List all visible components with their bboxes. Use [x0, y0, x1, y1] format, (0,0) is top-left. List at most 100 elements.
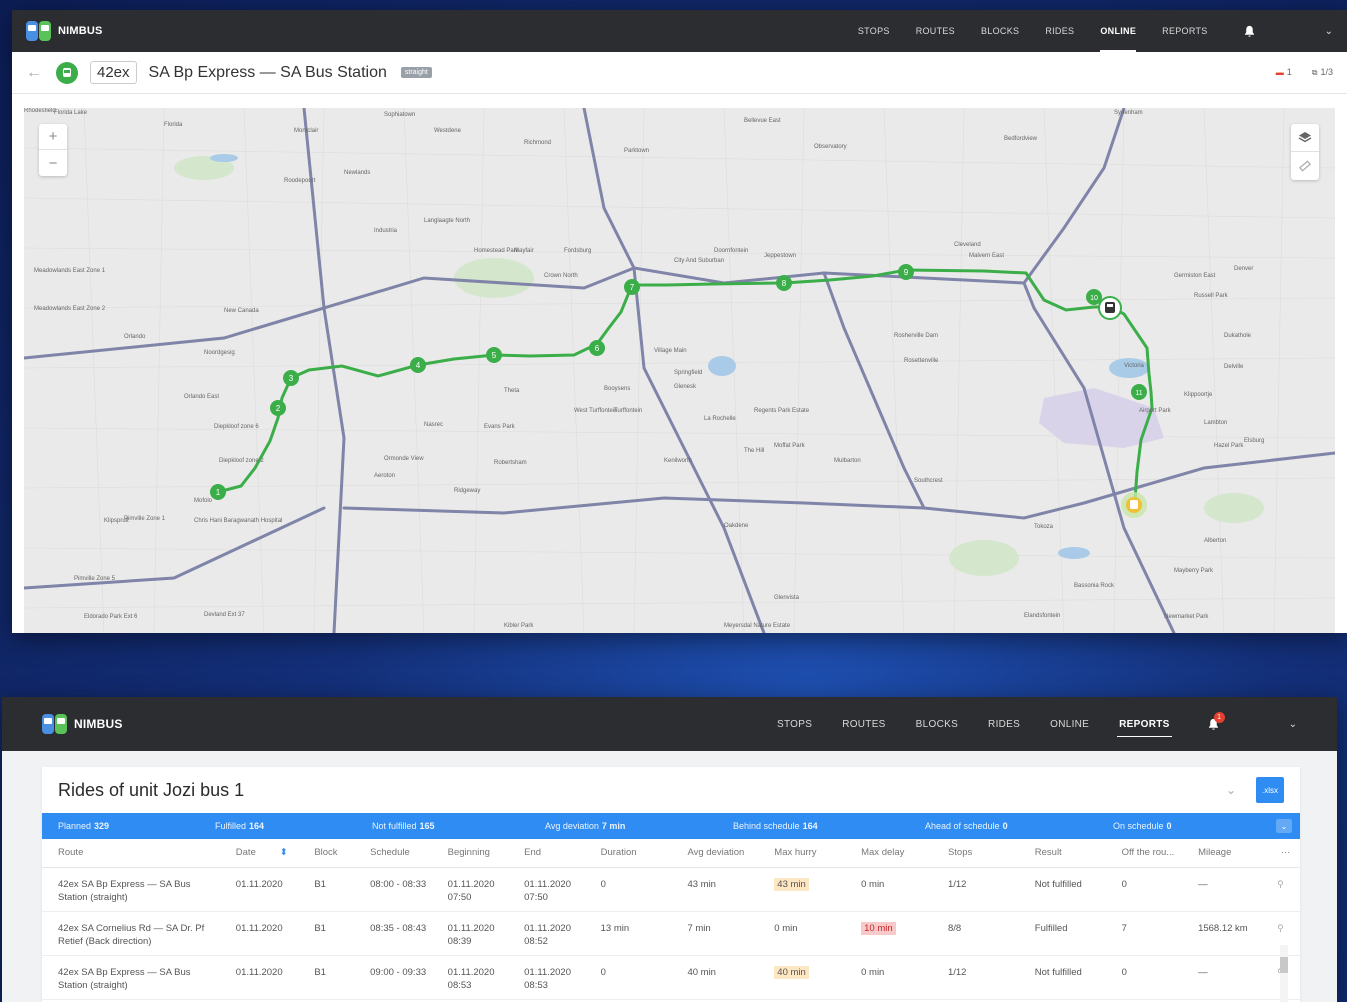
map-label: Dukathole	[1224, 333, 1252, 339]
nav-stops[interactable]: STOPS	[762, 697, 827, 751]
nav-blocks[interactable]: BLOCKS	[901, 697, 973, 751]
column-header[interactable]: ···	[1264, 839, 1300, 868]
column-header[interactable]: End	[508, 839, 585, 868]
cell-result: Fulfilled	[1018, 911, 1106, 956]
stop-marker-1[interactable]: 1	[210, 484, 226, 500]
summary-bar: Planned 329 Fulfilled 164 Not fulfilled 165 Av…	[42, 813, 1300, 839]
map-label: Russell Park	[1194, 293, 1228, 299]
column-header[interactable]: Mileage	[1182, 839, 1265, 868]
nav-stops[interactable]: STOPS	[845, 10, 903, 52]
stop-marker-7[interactable]: 7	[624, 279, 640, 295]
cell-schedule: 09:00 - 09:33	[354, 955, 432, 1000]
column-header[interactable]: Max delay	[845, 839, 932, 868]
route-code: 42ex	[90, 61, 137, 84]
map-label: Orlando East	[184, 394, 220, 400]
map-label: Lambton	[1204, 420, 1228, 426]
map-label: Mulbarton	[834, 458, 861, 464]
svg-text:2: 2	[276, 404, 281, 413]
track-pin-icon[interactable]: ⚲	[1264, 867, 1300, 912]
online-map-window: NIMBUS STOPS ROUTES BLOCKS RIDES ONLINE REPOR…	[12, 10, 1347, 633]
map-label: Rosettenville	[904, 358, 939, 364]
column-header[interactable]: Date	[219, 839, 280, 868]
stop-marker-11[interactable]: 11	[1131, 384, 1147, 400]
sort-icon[interactable]: ⬍	[279, 839, 299, 868]
cell-max-delay: 0 min	[845, 867, 932, 912]
alert-stat[interactable]: ▬ 1	[1276, 67, 1292, 78]
stop-marker-6[interactable]: 6	[589, 340, 605, 356]
back-arrow-icon[interactable]: ←	[26, 64, 42, 82]
cell-duration: 0	[584, 867, 672, 912]
route-map[interactable]: 1 2 3 4 5 6 7 8 9 10 11 Florida Lake Flo…	[24, 108, 1335, 633]
stop-marker-9[interactable]: 9	[898, 264, 914, 280]
nav-routes[interactable]: ROUTES	[827, 697, 900, 751]
terminal-marker[interactable]	[1121, 492, 1147, 518]
map-label: Alberton	[1204, 538, 1227, 544]
column-header[interactable]: Result	[1018, 839, 1106, 868]
map-label: Kenilworth	[664, 458, 693, 464]
zoom-in-button[interactable]: +	[39, 124, 67, 150]
table-row[interactable]: 42ex SA Bp Express — SA Bus Station (str…	[42, 955, 1300, 1000]
bus-stat[interactable]: ⧉ 1/3	[1312, 67, 1333, 78]
map-label: Regents Park Estate	[754, 408, 810, 414]
stop-marker-2[interactable]: 2	[270, 400, 286, 416]
nimbus-logo-icon	[42, 712, 68, 736]
cell-result: Not fulfilled	[1018, 955, 1106, 1000]
cell-value: 0 min	[861, 878, 885, 890]
table-row[interactable]: 42ex SA Bp Express — SA Bus Station (str…	[42, 867, 1300, 912]
app-logo[interactable]: NIMBUS	[26, 19, 103, 43]
cell-value: Not fulfilled	[1034, 878, 1082, 890]
cell-value: 08:00 - 08:33	[370, 878, 427, 890]
map-label: Bellevue East	[744, 118, 781, 124]
live-bus-marker[interactable]	[1098, 296, 1122, 320]
column-header[interactable]: Off the rou...	[1105, 839, 1183, 868]
column-header[interactable]: Stops	[931, 839, 1019, 868]
cell-value: —	[1198, 966, 1208, 978]
nav-reports[interactable]: REPORTS	[1149, 10, 1220, 52]
map-label: Orlando	[124, 334, 146, 340]
map-label: Elandsfontein	[1024, 613, 1061, 619]
map-label: Delville	[1224, 364, 1244, 370]
layers-icon[interactable]	[1291, 124, 1319, 152]
column-header[interactable]: Avg deviation	[671, 839, 759, 868]
column-header[interactable]: Max hurry	[758, 839, 846, 868]
nav-routes[interactable]: ROUTES	[903, 10, 968, 52]
cell-max-delay: 0 min	[845, 955, 932, 1000]
cell-off-route: 0	[1105, 955, 1183, 1000]
alert-bus-icon: ▬	[1275, 68, 1284, 77]
stop-marker-5[interactable]: 5	[486, 347, 502, 363]
map-label: Chris Hani Baragwanath Hospital	[194, 518, 283, 524]
stop-marker-3[interactable]: 3	[283, 370, 299, 386]
route-stats: ▬ 1 ⧉ 1/3	[1276, 67, 1333, 78]
reports-window: NIMBUS STOPS ROUTES BLOCKS RIDES ONLINE REPOR…	[2, 697, 1337, 1002]
map-label: Denver	[1234, 266, 1254, 272]
map-label: Florida	[164, 122, 183, 128]
cell-avg-deviation: 7 min	[671, 911, 759, 956]
table-row[interactable]: 42ex SA Cornelius Rd — SA Dr. Pf Retief …	[42, 911, 1300, 956]
nav-rides[interactable]: RIDES	[1032, 10, 1087, 52]
user-menu-chevron-icon[interactable]: ⌄	[1289, 719, 1297, 730]
table-scrollbar[interactable]	[1280, 945, 1288, 1002]
column-header[interactable]: Beginning	[431, 839, 509, 868]
bell-icon[interactable]: 1	[1199, 711, 1229, 731]
stop-marker-8[interactable]: 8	[776, 275, 792, 291]
column-header[interactable]: Duration	[584, 839, 672, 868]
column-header[interactable]: Schedule	[354, 839, 432, 868]
ruler-icon[interactable]	[1291, 152, 1319, 180]
nav-online[interactable]: ONLINE	[1035, 697, 1104, 751]
nav-online[interactable]: ONLINE	[1087, 10, 1149, 52]
column-header[interactable]: Route	[42, 839, 220, 868]
user-menu-chevron-icon[interactable]: ⌄	[1325, 26, 1333, 37]
cell-value: B1	[314, 878, 326, 890]
zoom-out-button[interactable]: −	[39, 150, 67, 176]
nav-reports[interactable]: REPORTS	[1104, 697, 1184, 751]
nav-rides[interactable]: RIDES	[973, 697, 1035, 751]
bell-icon[interactable]	[1235, 25, 1265, 38]
collapse-chevron-icon[interactable]: ⌄	[1226, 783, 1236, 797]
nav-blocks[interactable]: BLOCKS	[968, 10, 1032, 52]
stop-marker-4[interactable]: 4	[410, 357, 426, 373]
map-label: Pimville Zone 1	[124, 516, 166, 522]
export-xlsx-button[interactable]: .xlsx	[1256, 777, 1284, 803]
summary-toggle-chevron-icon[interactable]: ⌄	[1276, 819, 1292, 833]
column-header[interactable]: Block	[298, 839, 355, 868]
app-logo[interactable]: NIMBUS	[42, 712, 123, 736]
